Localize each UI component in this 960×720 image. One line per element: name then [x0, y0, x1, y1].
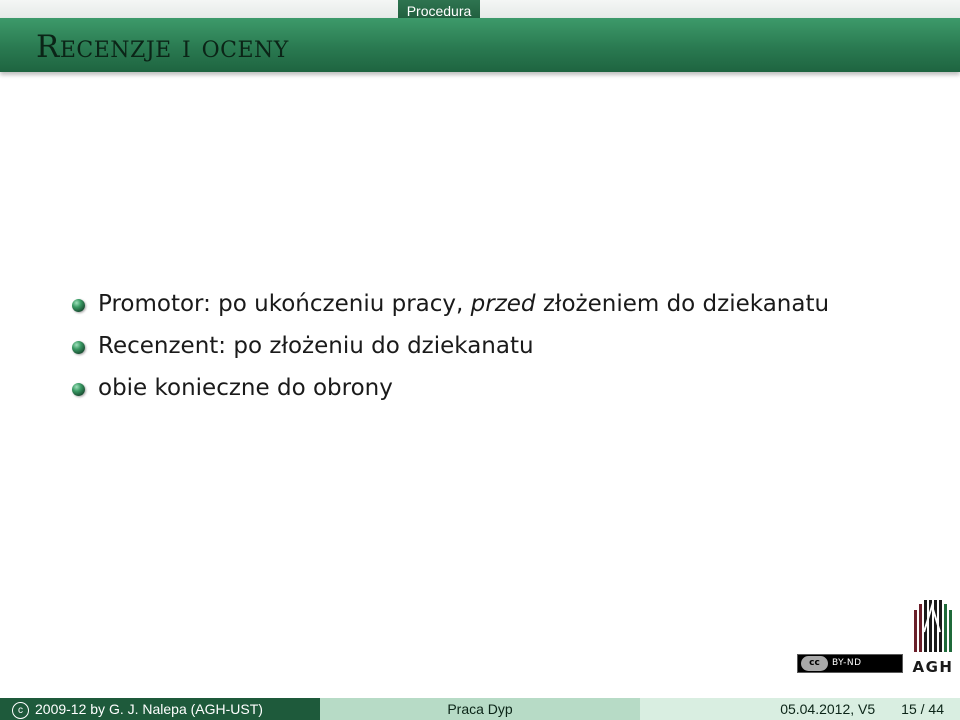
footer: c 2009-12 by G. J. Nalepa (AGH-UST) Praca…	[0, 698, 960, 720]
cc-license-badge[interactable]: cc BY-ND	[797, 654, 903, 673]
bullet-item-promotor: Promotor: po ukończeniu pracy, przed zło…	[70, 283, 829, 325]
footer-title-box: Praca Dyp	[320, 698, 640, 720]
cc-icon: cc	[801, 656, 828, 671]
footer-title: Praca Dyp	[447, 701, 513, 717]
agh-logo-bars	[914, 600, 952, 652]
bullet-ball-icon	[72, 383, 85, 396]
bullet-text: Recenzent: po złożeniu do dziekanatu	[98, 333, 534, 359]
agh-logo-icon: AGH	[913, 600, 954, 676]
cc-terms: BY-ND	[832, 658, 862, 668]
bullet-text: Promotor: po ukończeniu pracy,	[98, 291, 471, 317]
agh-logo-label: AGH	[913, 658, 954, 676]
bullet-ball-icon	[72, 299, 85, 312]
footer-page-number: 15 / 44	[901, 701, 944, 717]
footer-author-box: c 2009-12 by G. J. Nalepa (AGH-UST)	[0, 698, 320, 720]
frame-title: Recenzje i oceny	[36, 29, 289, 65]
bullet-item-recenzent: Recenzent: po złożeniu do dziekanatu	[70, 325, 829, 367]
footer-info-box: 05.04.2012, V5 15 / 44	[640, 698, 960, 720]
footer-author: 2009-12 by G. J. Nalepa (AGH-UST)	[35, 701, 263, 717]
bullet-text: obie konieczne do obrony	[98, 375, 393, 401]
footer-date-version: 05.04.2012, V5	[780, 701, 876, 717]
bullet-list: Promotor: po ukończeniu pracy, przed zło…	[70, 283, 829, 409]
bullet-emphasis: przed	[470, 291, 536, 317]
bullet-item-obie: obie konieczne do obrony	[70, 367, 829, 409]
bullet-text-rest: złożeniem do dziekanatu	[535, 291, 830, 317]
bullet-ball-icon	[72, 341, 85, 354]
copyright-icon: c	[12, 701, 29, 719]
